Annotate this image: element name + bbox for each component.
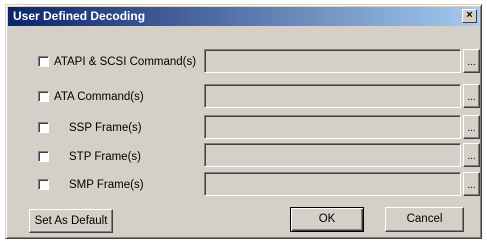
ssp-path-field[interactable] [204, 115, 461, 139]
stp-checkbox[interactable] [38, 151, 49, 162]
ata-path-field[interactable] [204, 84, 461, 108]
ata-browse-button[interactable]: ... [463, 84, 480, 108]
ata-checkbox[interactable] [38, 91, 49, 102]
smp-label: SMP Frame(s) [69, 179, 144, 191]
ata-label: ATA Command(s) [54, 91, 144, 103]
stp-label: STP Frame(s) [69, 151, 141, 163]
atapi-scsi-checkbox[interactable] [38, 56, 49, 67]
ok-button[interactable]: OK [290, 207, 364, 232]
smp-checkbox[interactable] [38, 179, 49, 190]
set-as-default-button[interactable]: Set As Default [29, 209, 113, 233]
ssp-checkbox[interactable] [38, 122, 49, 133]
ssp-label: SSP Frame(s) [69, 122, 142, 134]
window-title: User Defined Decoding [13, 9, 146, 23]
smp-path-field[interactable] [204, 172, 461, 196]
stp-browse-button[interactable]: ... [463, 143, 480, 167]
atapi-scsi-path-field[interactable] [204, 49, 461, 73]
cancel-button[interactable]: Cancel [385, 207, 464, 232]
atapi-scsi-browse-button[interactable]: ... [463, 49, 480, 73]
stp-path-field[interactable] [204, 143, 461, 167]
close-icon[interactable]: × [462, 9, 477, 23]
user-defined-decoding-dialog: User Defined Decoding × ATAPI & SCSI Com… [5, 4, 482, 239]
title-bar[interactable]: User Defined Decoding × [8, 7, 479, 26]
smp-browse-button[interactable]: ... [463, 172, 480, 196]
ssp-browse-button[interactable]: ... [463, 115, 480, 139]
atapi-scsi-label: ATAPI & SCSI Command(s) [54, 56, 197, 68]
